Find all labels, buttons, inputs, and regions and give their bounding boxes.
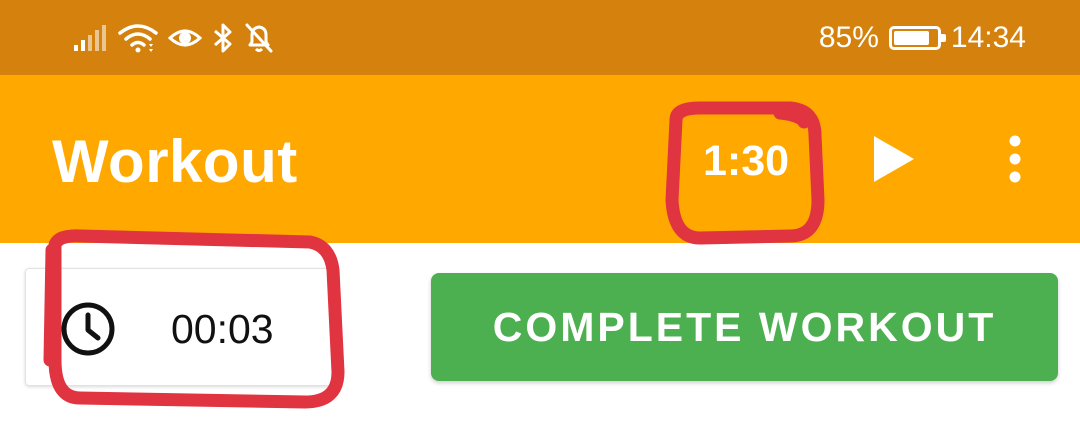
- status-right: 85% 14:34: [819, 18, 1026, 58]
- page-title: Workout: [52, 128, 298, 195]
- complete-workout-button[interactable]: COMPLETE WORKOUT: [431, 273, 1058, 381]
- battery-percent: 85%: [818, 21, 879, 54]
- rest-timer[interactable]: 1:30: [703, 137, 789, 186]
- battery-icon: [888, 26, 946, 50]
- app-bar: Workout 1:30: [0, 75, 1080, 243]
- eye-icon: [168, 23, 202, 53]
- play-icon: [874, 136, 914, 182]
- elapsed-time-card: 00:03: [25, 268, 335, 386]
- status-time: 14:34: [950, 21, 1026, 54]
- workout-screen: 85% 14:34 Workout 1:30 00:03 COMPLETE WO…: [0, 0, 1080, 429]
- more-vert-icon: [1009, 135, 1021, 183]
- elapsed-time: 00:03: [171, 306, 274, 352]
- status-bar: 85% 14:34: [0, 0, 1080, 75]
- clock-icon: [61, 302, 115, 356]
- status-icons: [74, 18, 274, 58]
- play-button[interactable]: [858, 123, 930, 195]
- signal-icon: [74, 23, 108, 53]
- wifi-icon: [118, 23, 158, 53]
- battery-fill: [893, 31, 930, 45]
- notifications-off-icon: [244, 22, 274, 54]
- bluetooth-icon: [212, 22, 234, 54]
- battery-nub: [940, 34, 946, 42]
- more-options-button[interactable]: [985, 123, 1045, 195]
